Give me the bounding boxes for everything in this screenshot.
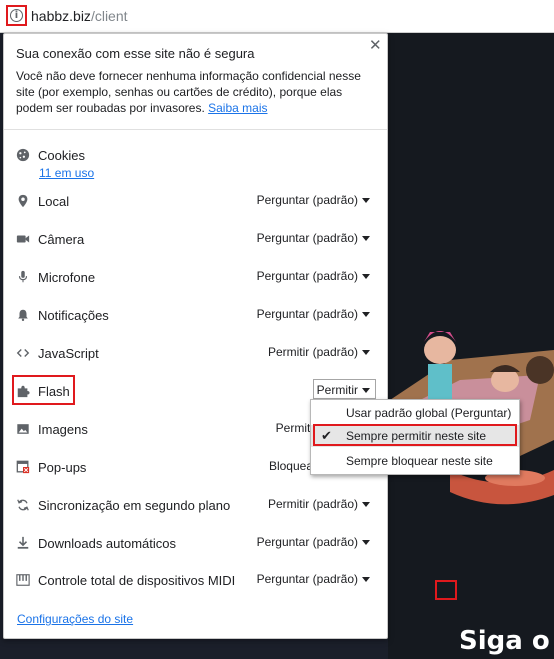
location-pin-icon — [15, 193, 31, 209]
permission-value: Perguntar (padrão) — [256, 269, 358, 283]
permission-value: Perguntar (padrão) — [256, 193, 358, 207]
permission-select[interactable]: Perguntar (padrão) — [257, 269, 370, 283]
permission-select[interactable]: Permitir (padrão) — [268, 497, 370, 511]
security-description: Você não deve fornecer nenhuma informaçã… — [16, 68, 366, 116]
page-heading: Siga o p — [459, 626, 554, 656]
permission-select[interactable]: Permitir (padrão) — [268, 345, 370, 359]
popup-blocked-icon — [15, 459, 31, 475]
address-bar: i habbz.biz/client — [0, 0, 554, 33]
permission-value: Perguntar (padrão) — [256, 572, 358, 586]
option-label: Usar padrão global (Perguntar) — [346, 406, 512, 420]
url-host: habbz.biz — [31, 8, 91, 24]
permission-value: Perguntar (padrão) — [256, 535, 358, 549]
divider — [4, 129, 387, 130]
download-icon — [15, 535, 31, 551]
selected-option-highlight — [313, 424, 517, 446]
permission-label: Notificações — [38, 308, 109, 323]
permission-label: Pop-ups — [38, 460, 87, 475]
permission-select[interactable]: Perguntar (padrão) — [257, 231, 370, 245]
learn-more-link[interactable]: Saiba mais — [208, 101, 267, 115]
permission-label: Microfone — [38, 270, 96, 285]
piano-icon — [15, 572, 31, 588]
permission-value: Permitir — [316, 383, 358, 397]
permission-label: Câmera — [38, 232, 85, 247]
image-icon — [15, 421, 31, 437]
close-icon[interactable]: ✕ — [369, 36, 382, 54]
dropdown-option-use-default[interactable]: Usar padrão global (Perguntar) — [311, 402, 519, 424]
security-body-text: Você não deve fornecer nenhuma informaçã… — [16, 69, 361, 115]
caret-down-icon — [362, 577, 370, 583]
permission-label: Imagens — [38, 422, 88, 437]
permission-row-background-sync: Sincronização em segundo plano Permitir … — [4, 494, 387, 518]
caret-down-icon — [362, 502, 370, 508]
highlight-marker — [435, 580, 457, 600]
cookies-in-use-link[interactable]: 11 em uso — [39, 166, 94, 180]
permission-label: Local — [38, 194, 70, 209]
permission-select[interactable]: Perguntar (padrão) — [257, 193, 370, 207]
permission-label: Controle total de dispositivos MIDI — [38, 573, 236, 588]
caret-down-icon — [362, 274, 370, 280]
info-icon: i — [10, 9, 23, 22]
permission-label: Downloads automáticos — [38, 536, 177, 551]
permission-row-microphone: Microfone Perguntar (padrão) — [4, 266, 387, 290]
permission-value: Perguntar (padrão) — [256, 307, 358, 321]
permission-label: Flash — [38, 384, 70, 399]
permission-value: Permitir (padrão) — [267, 497, 358, 511]
flash-permission-select[interactable]: Permitir — [317, 383, 370, 397]
sync-icon — [15, 497, 31, 513]
permission-value: Permitir (padrão) — [267, 345, 358, 359]
site-info-popup: ✕ Sua conexão com esse site não é segura… — [3, 33, 388, 639]
security-title: Sua conexão com esse site não é segura — [16, 46, 255, 61]
site-info-button[interactable]: i — [6, 5, 27, 26]
dropdown-option-always-block[interactable]: Sempre bloquear neste site — [311, 450, 519, 472]
camera-icon — [15, 231, 31, 247]
code-icon — [15, 345, 31, 361]
puzzle-icon — [15, 383, 31, 399]
caret-down-icon — [362, 198, 370, 204]
cookie-icon — [15, 147, 31, 163]
caret-down-icon — [362, 388, 370, 394]
url-field[interactable]: habbz.biz/client — [31, 8, 128, 24]
url-path: /client — [90, 8, 128, 24]
site-settings-link[interactable]: Configurações do site — [17, 612, 133, 626]
permission-row-midi: Controle total de dispositivos MIDI Perg… — [4, 569, 387, 593]
permission-row-location: Local Perguntar (padrão) — [4, 190, 387, 214]
caret-down-icon — [362, 312, 370, 318]
permission-label: JavaScript — [38, 346, 99, 361]
permission-select[interactable]: Perguntar (padrão) — [257, 572, 370, 586]
permission-row-javascript: JavaScript Permitir (padrão) — [4, 342, 387, 366]
microphone-icon — [15, 269, 31, 285]
permission-select[interactable]: Perguntar (padrão) — [257, 535, 370, 549]
caret-down-icon — [362, 236, 370, 242]
cookies-label: Cookies — [38, 148, 85, 163]
permission-row-camera: Câmera Perguntar (padrão) — [4, 228, 387, 252]
caret-down-icon — [362, 540, 370, 546]
permission-select[interactable]: Perguntar (padrão) — [257, 307, 370, 321]
permission-row-automatic-downloads: Downloads automáticos Perguntar (padrão) — [4, 532, 387, 556]
bell-icon — [15, 307, 31, 323]
caret-down-icon — [362, 350, 370, 356]
flash-dropdown-menu: Usar padrão global (Perguntar) ✔ Sempre … — [310, 399, 520, 475]
option-label: Sempre bloquear neste site — [346, 454, 493, 468]
permission-label: Sincronização em segundo plano — [38, 498, 231, 513]
permission-row-cookies: Cookies — [4, 144, 387, 168]
permission-value: Perguntar (padrão) — [256, 231, 358, 245]
permission-row-notifications: Notificações Perguntar (padrão) — [4, 304, 387, 328]
